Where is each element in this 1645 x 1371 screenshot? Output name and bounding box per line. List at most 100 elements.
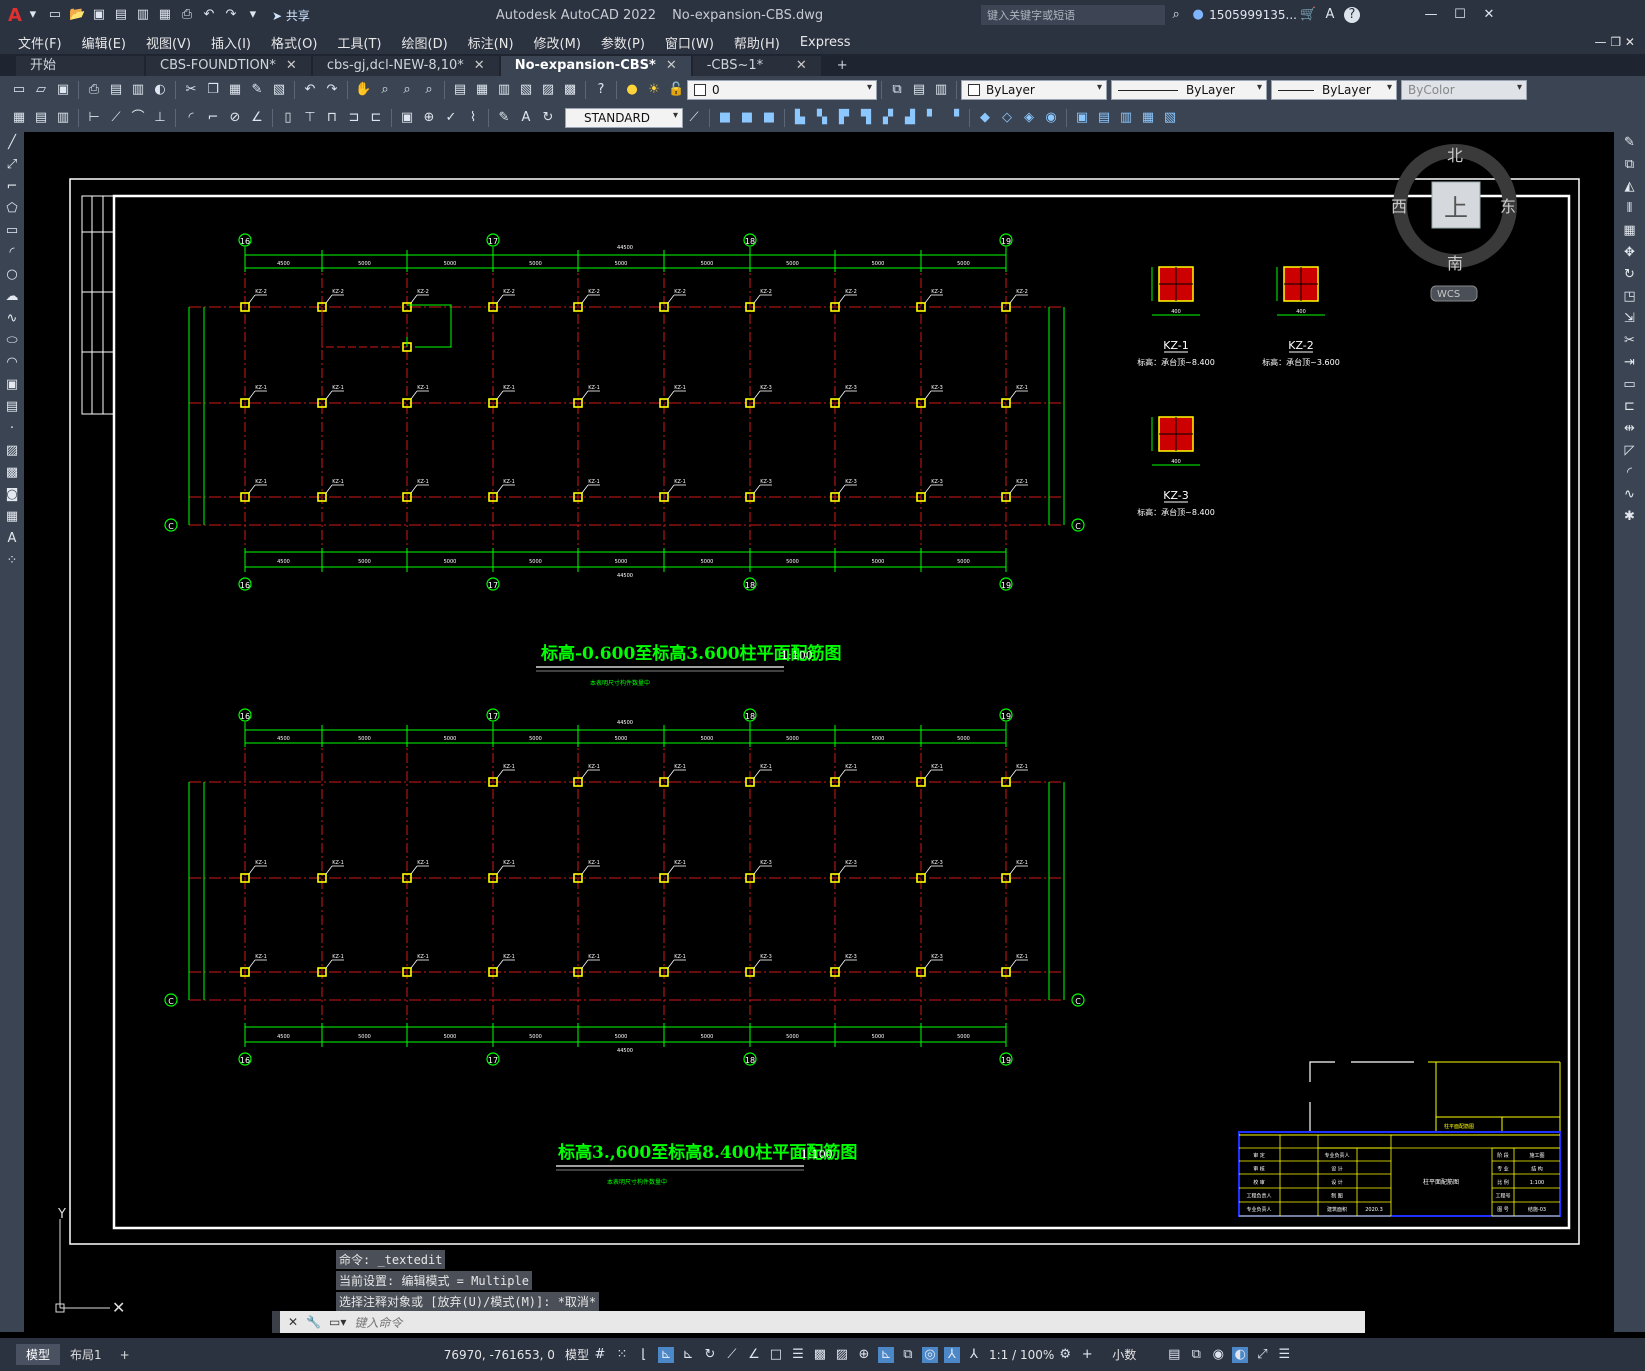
extend-icon[interactable]: ⇥: [1621, 354, 1639, 372]
ucs-icon-4[interactable]: ▜: [858, 110, 874, 126]
selection-cycling-icon[interactable]: ▨: [834, 1347, 850, 1363]
move-icon[interactable]: ✥: [1621, 244, 1639, 262]
pan-icon[interactable]: ✋: [355, 82, 371, 98]
tab-cbs1[interactable]: -CBS~1* ✕: [692, 56, 821, 76]
array-icon[interactable]: ▦: [1621, 222, 1639, 240]
menu-file[interactable]: 文件(F): [8, 33, 72, 52]
hardware-accel-icon[interactable]: ◐: [1232, 1346, 1249, 1363]
customize-icon[interactable]: ▾: [245, 7, 261, 23]
scale-icon[interactable]: ◳: [1621, 288, 1639, 306]
tab-cbs-foundation[interactable]: CBS-FOUNDTION* ✕: [146, 56, 311, 76]
command-dropdown-icon[interactable]: ▭▾: [329, 1315, 346, 1329]
layer-tool3-icon[interactable]: ▥: [55, 110, 71, 126]
save-icon[interactable]: ▣: [55, 82, 71, 98]
preview-icon[interactable]: ▤: [108, 82, 124, 98]
view-icon-2[interactable]: ■: [739, 110, 755, 126]
dynamic-ucs-icon[interactable]: ⊾: [877, 1346, 894, 1363]
view-cube-east[interactable]: 东: [1500, 197, 1516, 216]
angular-icon[interactable]: ∠: [249, 110, 265, 126]
jogged-icon[interactable]: ⌐: [205, 110, 221, 126]
color-dropdown[interactable]: ByLayer ▾: [961, 80, 1107, 100]
close-icon[interactable]: ✕: [288, 1315, 298, 1329]
dim-edit-icon[interactable]: ✎: [496, 110, 512, 126]
print-icon[interactable]: ⎙: [86, 82, 102, 98]
publish-icon[interactable]: ▥: [130, 82, 146, 98]
view-cube-west[interactable]: 西: [1391, 197, 1407, 216]
add-selected-icon[interactable]: ⁘: [3, 552, 21, 570]
tolerance-icon[interactable]: ▣: [399, 110, 415, 126]
wcs-button[interactable]: WCS: [1437, 289, 1460, 300]
copy-icon[interactable]: ⧉: [1621, 156, 1639, 174]
solid-icon-4[interactable]: ▦: [1140, 110, 1156, 126]
new-icon[interactable]: ▭: [11, 82, 27, 98]
copy-icon[interactable]: ❐: [205, 82, 221, 98]
search-icon[interactable]: ⌕: [1168, 7, 1184, 23]
solid-icon-2[interactable]: ▤: [1096, 110, 1112, 126]
isodraft-icon[interactable]: ↻: [702, 1347, 718, 1363]
break-at-point-icon[interactable]: ▭: [1621, 376, 1639, 394]
view-cube-north[interactable]: 北: [1447, 146, 1463, 165]
visual-style-icon-4[interactable]: ◉: [1043, 110, 1059, 126]
tab-no-expansion-cbs[interactable]: No-expansion-CBS* ✕: [500, 56, 691, 76]
continue-icon[interactable]: ⊓: [324, 110, 340, 126]
tool-palettes-icon[interactable]: ▥: [496, 82, 512, 98]
mirror-icon[interactable]: ◭: [1621, 178, 1639, 196]
infer-icon[interactable]: ⌊: [636, 1347, 652, 1363]
plotstyle-dropdown[interactable]: ByColor ▾: [1401, 80, 1527, 100]
hatch-icon[interactable]: ▨: [3, 442, 21, 460]
3d-dwf-icon[interactable]: ◐: [152, 82, 168, 98]
search-input[interactable]: 键入关键字或短语: [987, 7, 1075, 23]
menu-help[interactable]: 帮助(H): [724, 33, 790, 52]
layer-previous-icon[interactable]: ▤: [911, 82, 927, 98]
rotate-icon[interactable]: ↻: [1621, 266, 1639, 284]
quick-dim-icon[interactable]: ▯: [280, 110, 296, 126]
cut-icon[interactable]: ✂: [183, 82, 199, 98]
construction-line-icon[interactable]: ⤢: [3, 156, 21, 174]
properties-icon[interactable]: ▤: [452, 82, 468, 98]
explode-icon[interactable]: ✱: [1621, 508, 1639, 526]
grid-icon[interactable]: #: [592, 1347, 608, 1363]
redo-icon[interactable]: ↷: [223, 7, 239, 23]
osnap-icon[interactable]: ∠: [746, 1347, 762, 1363]
plot-icon[interactable]: ⎙: [179, 7, 195, 23]
line-icon[interactable]: ╱: [3, 134, 21, 152]
visual-style-icon-2[interactable]: ◇: [999, 110, 1015, 126]
ortho-icon[interactable]: ⊾: [657, 1346, 674, 1363]
add-layout-button[interactable]: +: [112, 1346, 138, 1364]
inspect-icon[interactable]: ✓: [443, 110, 459, 126]
annotation-visibility-icon[interactable]: ⅄: [943, 1346, 960, 1363]
erase-icon[interactable]: ✎: [1621, 134, 1639, 152]
web-save-icon[interactable]: ▦: [157, 7, 173, 23]
menu-insert[interactable]: 插入(I): [201, 33, 261, 52]
3dosnap-icon[interactable]: ⊕: [856, 1347, 872, 1363]
customize-icon[interactable]: ☰: [1276, 1347, 1292, 1363]
customize-wrench-icon[interactable]: 🔧: [306, 1315, 321, 1329]
menu-draw[interactable]: 绘图(D): [392, 33, 458, 52]
trim-icon[interactable]: ✂: [1621, 332, 1639, 350]
radius-icon[interactable]: ◜: [183, 110, 199, 126]
gradient-icon[interactable]: ▩: [3, 464, 21, 482]
ucs-icon-7[interactable]: ▘: [924, 110, 940, 126]
menu-parametric[interactable]: 参数(P): [591, 33, 655, 52]
calculator-icon[interactable]: ▩: [562, 82, 578, 98]
region-icon[interactable]: ◙: [3, 486, 21, 504]
center-mark-icon[interactable]: ⊕: [421, 110, 437, 126]
view-cube[interactable]: 上 北 南 东 西 WCS: [1391, 144, 1517, 302]
share-button[interactable]: ➤ 共享: [272, 7, 310, 24]
snap-icon[interactable]: ⁙: [614, 1347, 630, 1363]
view-cube-top[interactable]: 上: [1444, 194, 1468, 222]
layer-thaw-icon[interactable]: ☀: [646, 82, 662, 98]
user-name[interactable]: 1505999135...: [1209, 8, 1297, 22]
units-dropdown[interactable]: 小数: [1112, 1346, 1136, 1363]
linetype-dropdown[interactable]: ByLayer ▾: [1111, 80, 1267, 100]
chevron-down-icon[interactable]: ▾: [25, 7, 41, 23]
search-box[interactable]: 键入关键字或短语: [981, 5, 1166, 25]
close-icon[interactable]: ✕: [1481, 7, 1497, 23]
ordinate-icon[interactable]: ⊥: [152, 110, 168, 126]
undo-icon[interactable]: ↶: [201, 7, 217, 23]
layer-states-icon[interactable]: ▥: [933, 82, 949, 98]
view-cube-south[interactable]: 南: [1447, 254, 1463, 273]
menu-window[interactable]: 窗口(W): [655, 33, 724, 52]
model-space-button[interactable]: 模型: [565, 1346, 589, 1363]
ucs-icon-1[interactable]: ▙: [792, 110, 808, 126]
